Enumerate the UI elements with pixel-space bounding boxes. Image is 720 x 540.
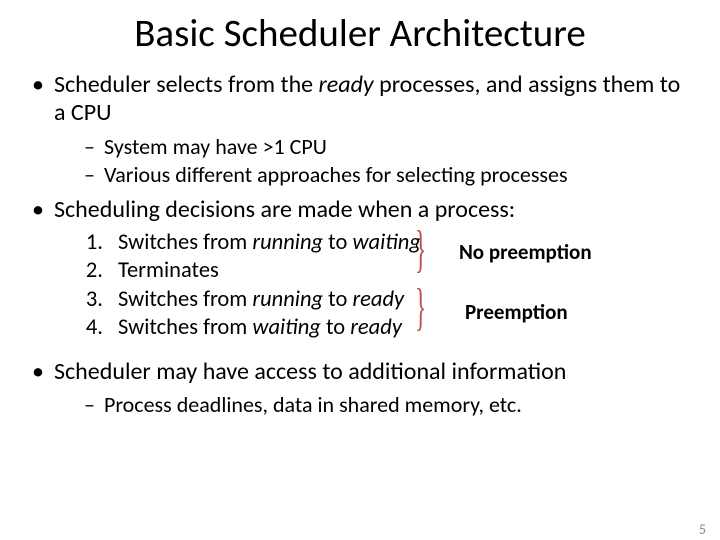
text: Switches from	[118, 229, 252, 256]
text: Switches from	[118, 286, 252, 313]
bullet-list-level2: Process deadlines, data in shared memory…	[54, 392, 692, 418]
text: Switches from	[118, 314, 252, 341]
numbered-item: Terminates	[108, 258, 421, 285]
numbered-item: Switches from running to waiting	[108, 230, 421, 257]
brace-label: Preemption	[465, 300, 568, 325]
page-number: 5	[699, 521, 706, 538]
brace-annotations: } No preemption } Preemption	[415, 230, 692, 350]
bullet-item: Scheduler selects from the ready process…	[32, 71, 692, 188]
text-italic: waiting	[352, 229, 421, 256]
numbered-row: Switches from running to waiting Termina…	[54, 224, 692, 350]
bullet-item: Scheduling decisions are made when a pro…	[32, 196, 692, 350]
text: Scheduler may have access to additional …	[54, 357, 566, 386]
sub-bullet-item: System may have >1 CPU	[84, 134, 692, 160]
text-italic: ready	[350, 314, 402, 341]
text: to	[323, 286, 352, 313]
text: selects from the	[151, 70, 319, 99]
numbered-item: Switches from running to ready	[108, 287, 421, 314]
slide-body: Scheduler selects from the ready process…	[0, 71, 720, 418]
slide-title: Basic Scheduler Architecture	[0, 10, 720, 57]
numbered-item: Switches from waiting to ready	[108, 315, 421, 342]
text-italic: waiting	[252, 314, 321, 341]
brace-icon: }	[415, 282, 426, 334]
bullet-list-level1: Scheduler selects from the ready process…	[28, 71, 692, 418]
sub-bullet-item: Various different approaches for selecti…	[84, 162, 692, 188]
text: to	[321, 314, 350, 341]
text-italic: ready	[319, 70, 374, 99]
text-italic: running	[252, 286, 323, 313]
slide: Basic Scheduler Architecture Scheduler s…	[0, 10, 720, 540]
sub-bullet-item: Process deadlines, data in shared memory…	[84, 392, 692, 418]
text: Scheduler	[54, 70, 151, 99]
bullet-item: Scheduler may have access to additional …	[32, 358, 692, 418]
text-italic: running	[252, 229, 323, 256]
text: to	[323, 229, 352, 256]
bullet-list-level2: System may have >1 CPU Various different…	[54, 134, 692, 188]
text-italic: ready	[352, 286, 404, 313]
numbered-list: Switches from running to waiting Termina…	[54, 230, 421, 342]
numbered-column: Switches from running to waiting Termina…	[54, 224, 421, 348]
brace-icon: }	[415, 224, 426, 276]
brace-label: No preemption	[459, 240, 592, 265]
text: Scheduling decisions are made when a pro…	[54, 195, 515, 224]
